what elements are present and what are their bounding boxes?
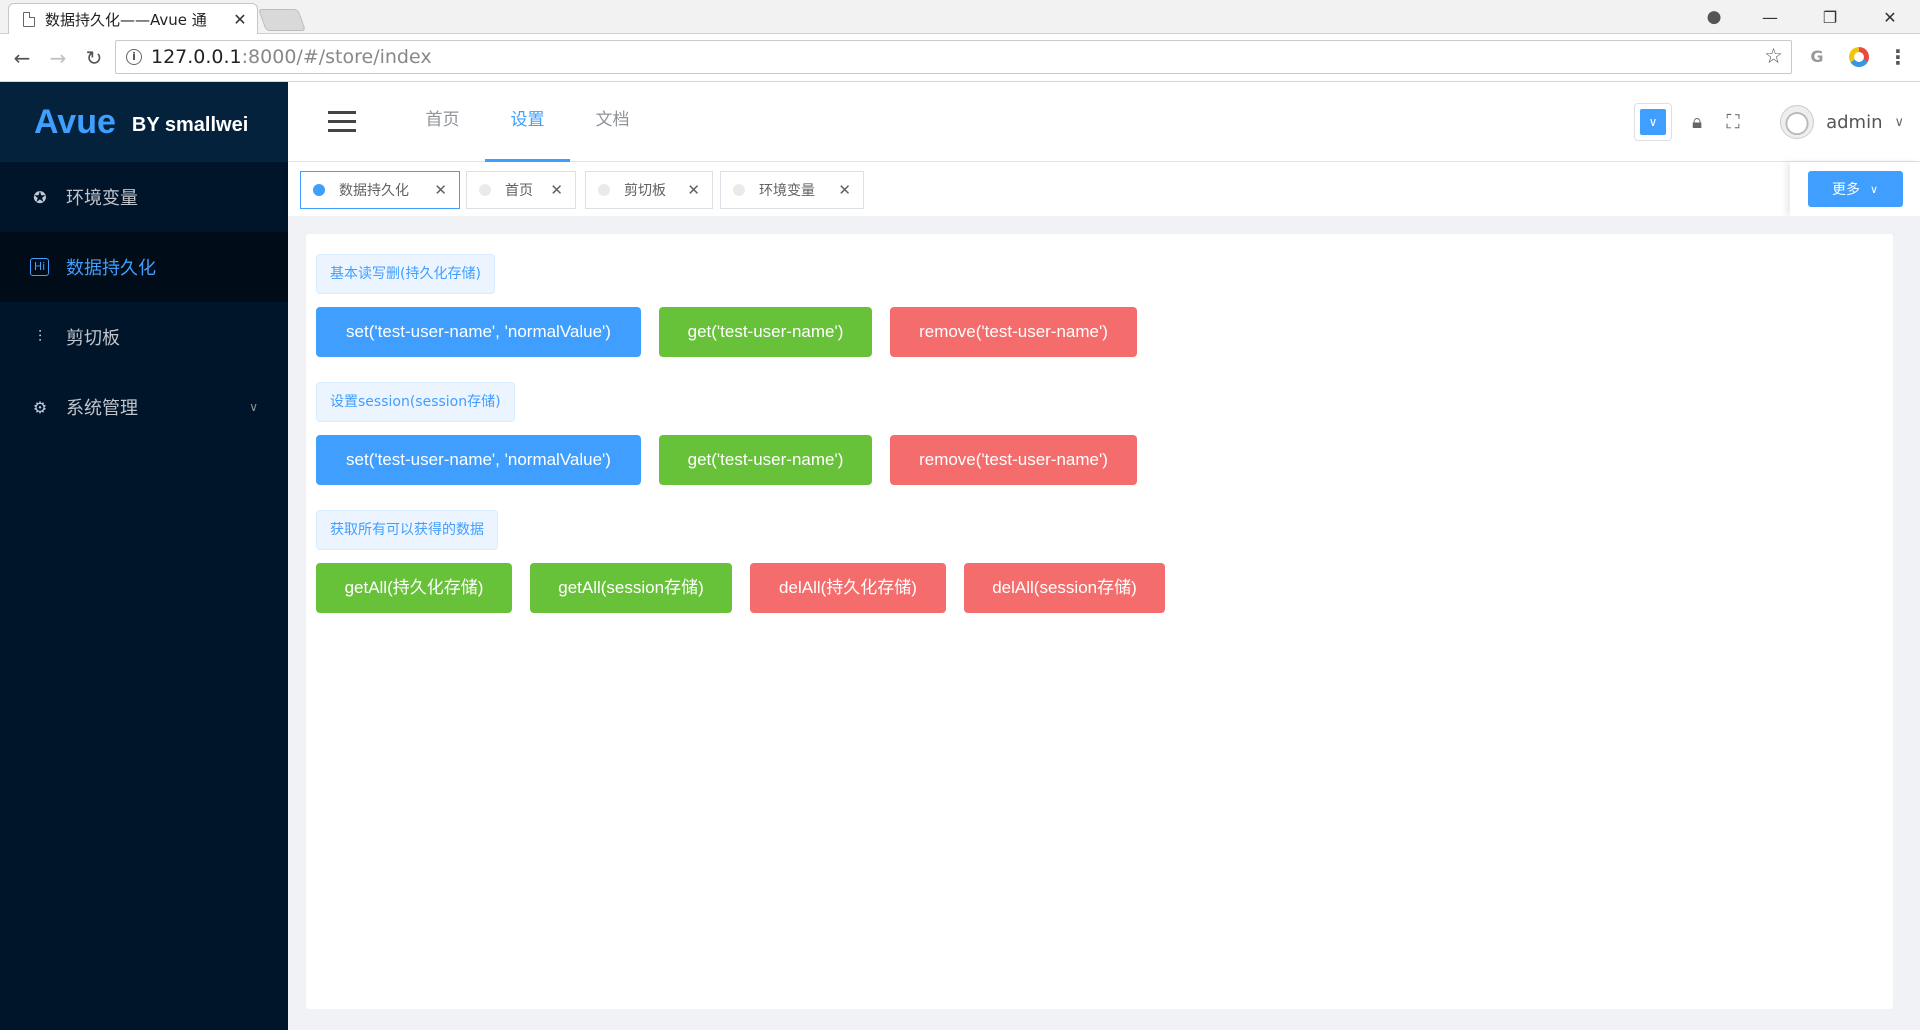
close-icon[interactable]: ✕ (233, 10, 247, 29)
info-icon[interactable]: i (126, 49, 142, 65)
lock-icon[interactable]: 🔒︎ (1686, 111, 1708, 133)
tag-status-dot (598, 184, 610, 196)
browser-tab-title: 数据持久化——Avue 通 (45, 10, 207, 29)
section-title: 基本读写删(持久化存储) (316, 254, 495, 294)
tag-env[interactable]: 环境变量 ✕ (720, 171, 864, 209)
bookmark-star-icon[interactable]: ☆ (1764, 44, 1783, 68)
delall-storage-button[interactable]: delAll(持久化存储) (750, 563, 946, 613)
back-icon[interactable]: ← (8, 46, 36, 70)
star-circle-icon: ✪ (33, 187, 47, 207)
sidebar-item-label: 数据持久化 (66, 258, 156, 279)
browser-menu-icon[interactable]: ⋮ (1885, 44, 1911, 70)
tag-label: 环境变量 (759, 183, 815, 199)
close-icon[interactable]: ✕ (434, 181, 447, 199)
getall-storage-button[interactable]: getAll(持久化存储) (316, 563, 512, 613)
tags-more-area: 更多 ∨ (1790, 162, 1920, 216)
tag-clipboard[interactable]: 剪切板 ✕ (585, 171, 713, 209)
avatar[interactable] (1780, 105, 1815, 139)
more-label: 更多 (1831, 182, 1860, 198)
hi-badge-icon: Hi (30, 258, 49, 276)
profile-icon[interactable]: ● (1688, 7, 1740, 27)
main-content: 基本读写删(持久化存储) set('test-user-name', 'norm… (288, 216, 1920, 1030)
header-actions: ∨ 🔒︎ ⛶ admin ∨ (1634, 82, 1920, 162)
chevron-down-icon: ∨ (249, 400, 258, 414)
app-header: 首页 设置 文档 ∨ 🔒︎ ⛶ admin ∨ (288, 82, 1920, 162)
extension-y-icon[interactable] (1846, 44, 1872, 70)
new-tab-button[interactable] (257, 9, 307, 31)
tag-status-dot (479, 184, 491, 196)
nav-home[interactable]: 首页 (400, 82, 485, 162)
sidebar-item-label: 环境变量 (66, 188, 138, 209)
tag-persistence[interactable]: 数据持久化 ✕ (300, 171, 460, 209)
nav-settings[interactable]: 设置 (485, 82, 570, 162)
tags-bar: 数据持久化 ✕ 首页 ✕ 剪切板 ✕ 环境变量 ✕ 更多 ∨ (288, 162, 1920, 216)
tag-home[interactable]: 首页 ✕ (466, 171, 576, 209)
reload-icon[interactable]: ↻ (80, 46, 108, 70)
sidebar-item-persistence[interactable]: Hi 数据持久化 (0, 232, 288, 302)
close-icon[interactable]: ✕ (687, 181, 700, 199)
url-host: 127.0.0.1 (151, 46, 242, 68)
sidebar-item-clipboard[interactable]: ⫶ 剪切板 (0, 302, 288, 372)
chevron-down-icon[interactable]: ∨ (1894, 115, 1904, 130)
menu-toggle-icon[interactable] (328, 111, 356, 133)
url-input[interactable]: i 127.0.0.1:8000/#/store/index ☆ (115, 40, 1792, 74)
gear-icon: ⚙ (32, 397, 48, 417)
sliders-icon: ⫶ (37, 327, 42, 346)
minimize-icon[interactable]: — (1740, 8, 1800, 27)
top-nav: 首页 设置 文档 (400, 82, 655, 162)
sidebar-item-label: 系统管理 (66, 398, 138, 419)
logo-text: Avue (34, 102, 116, 141)
set-session-button[interactable]: set('test-user-name', 'normalValue') (316, 435, 641, 485)
theme-color-picker[interactable]: ∨ (1634, 103, 1673, 141)
extension-g-icon[interactable]: G (1804, 44, 1830, 70)
get-storage-button[interactable]: get('test-user-name') (659, 307, 872, 357)
tag-label: 首页 (505, 183, 533, 199)
more-button[interactable]: 更多 ∨ (1807, 171, 1903, 207)
close-icon[interactable]: ✕ (550, 181, 563, 199)
forward-icon[interactable]: → (44, 46, 72, 70)
browser-tabstrip: 数据持久化——Avue 通 ✕ ● — ❐ ✕ (0, 0, 1920, 34)
remove-session-button[interactable]: remove('test-user-name') (890, 435, 1137, 485)
section-title: 获取所有可以获得的数据 (316, 510, 498, 550)
browser-tab[interactable]: 数据持久化——Avue 通 ✕ (8, 3, 258, 34)
section-title: 设置session(session存储) (316, 382, 515, 422)
set-storage-button[interactable]: set('test-user-name', 'normalValue') (316, 307, 641, 357)
url-path: :8000/#/store/index (241, 46, 432, 68)
get-session-button[interactable]: get('test-user-name') (659, 435, 872, 485)
tag-label: 剪切板 (624, 183, 666, 199)
nav-docs[interactable]: 文档 (570, 82, 655, 162)
tag-status-dot (313, 184, 325, 196)
chevron-down-icon: ∨ (1640, 109, 1667, 135)
tag-label: 数据持久化 (339, 183, 409, 199)
remove-storage-button[interactable]: remove('test-user-name') (890, 307, 1137, 357)
sidebar-item-label: 剪切板 (66, 328, 120, 349)
sidebar-item-system[interactable]: ⚙ 系统管理 ∨ (0, 372, 288, 442)
address-bar: ← → ↻ i 127.0.0.1:8000/#/store/index ☆ G… (0, 34, 1920, 82)
page-icon (23, 11, 35, 27)
window-close-icon[interactable]: ✕ (1860, 8, 1920, 27)
content-card: 基本读写删(持久化存储) set('test-user-name', 'norm… (306, 234, 1893, 1009)
close-icon[interactable]: ✕ (838, 181, 851, 199)
restore-icon[interactable]: ❐ (1800, 8, 1860, 27)
delall-session-button[interactable]: delAll(session存储) (964, 563, 1165, 613)
getall-session-button[interactable]: getAll(session存储) (530, 563, 732, 613)
tag-status-dot (733, 184, 745, 196)
sidebar-item-env[interactable]: ✪ 环境变量 (0, 162, 288, 232)
logo: Avue BY smallwei (0, 82, 288, 162)
fullscreen-icon[interactable]: ⛶ (1722, 111, 1744, 133)
logo-subtitle: BY smallwei (131, 113, 249, 136)
chevron-down-icon: ∨ (1869, 182, 1879, 196)
username[interactable]: admin (1826, 112, 1882, 133)
window-controls: ● — ❐ ✕ (1688, 0, 1920, 34)
sidebar: Avue BY smallwei ✪ 环境变量 Hi 数据持久化 ⫶ 剪切板 ⚙… (0, 82, 288, 1030)
